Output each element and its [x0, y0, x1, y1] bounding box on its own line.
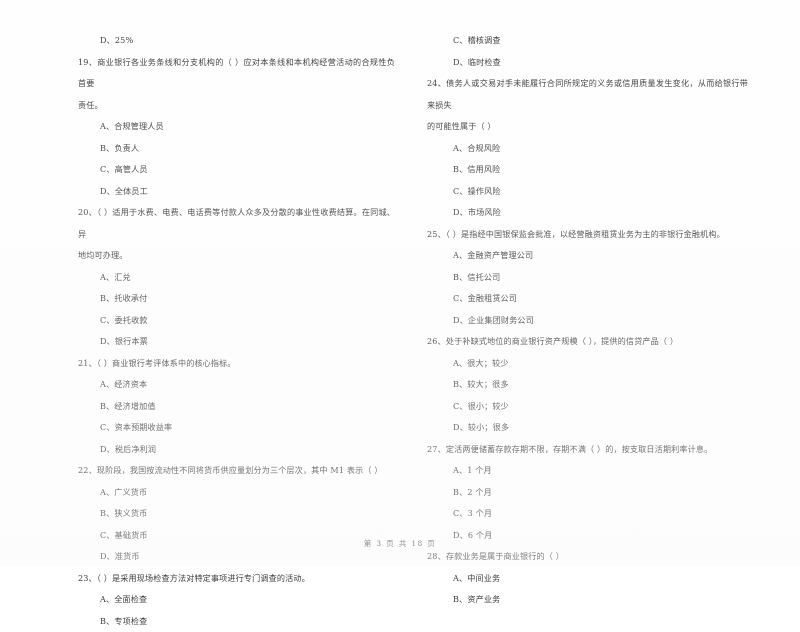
- option-item: D、企业集团财务公司: [427, 310, 748, 332]
- question-text: （ ）是指经中国银保监会批准，以经营融资租赁业务为主的非银行金融机构。: [446, 229, 725, 239]
- option-item: A、合规管理人员: [78, 116, 395, 138]
- left-column: D、25% 19、商业银行各业务条线和分支机构的（ ）应对本条线和本机构经营活动…: [78, 30, 413, 505]
- question-number: 22、: [78, 465, 97, 475]
- question-text: 商业银行各业务条线和分支机构的（ ）应对本条线和本机构经营活动的合规性负首要: [78, 57, 395, 89]
- option-item: B、信用风险: [427, 159, 748, 181]
- orphan-option-right: D、临时检查: [427, 52, 748, 74]
- option-item: A、中间业务: [427, 568, 748, 590]
- option-item: B、负责人: [78, 138, 395, 160]
- question-number: 26、: [427, 336, 446, 346]
- option-item: C、金融租赁公司: [427, 288, 748, 310]
- question-text: （ ）是采用现场检查方法对特定事项进行专门调查的活动。: [97, 573, 310, 583]
- question-stem-continued: 地均可办理。: [78, 245, 395, 267]
- option-item: C、操作风险: [427, 181, 748, 203]
- option-item: B、资产业务: [427, 589, 748, 611]
- option-item: A、金融资产管理公司: [427, 245, 748, 267]
- question-number: 19、: [78, 57, 97, 67]
- option-item: A、全面检查: [78, 589, 395, 611]
- orphan-option-left: D、25%: [78, 30, 395, 52]
- question-stem-continued: 的可能性属于（ ）: [427, 116, 748, 138]
- question-stem: 24、债务人或交易对手未能履行合同所规定的义务或信用质量发生变化，从而给银行带来…: [427, 73, 748, 116]
- question-stem: 28、存款业务是属于商业银行的（ ）: [427, 546, 748, 568]
- page-footer: 第 3 页 共 18 页: [0, 538, 800, 549]
- option-item: B、2 个月: [427, 482, 748, 504]
- option-item: A、1 个月: [427, 460, 748, 482]
- option-item: D、准货币: [78, 546, 395, 568]
- question-text: 存款业务是属于商业银行的（ ）: [446, 551, 564, 561]
- question-text: 债务人或交易对手未能履行合同所规定的义务或信用质量发生变化，从而给银行带来损失: [427, 78, 748, 110]
- question-stem: 22、现阶段，我国按流动性不同将货币供应量划分为三个层次，其中 M1 表示（ ）: [78, 460, 395, 482]
- orphan-option-right: C、稽核调查: [427, 30, 748, 52]
- question-stem: 20、（ ）适用于水费、电费、电话费等付款人众多及分散的事业性收费结算。在同城、…: [78, 202, 395, 245]
- option-item: D、较小；很多: [427, 417, 748, 439]
- question-number: 25、: [427, 229, 446, 239]
- option-item: A、很大；较少: [427, 353, 748, 375]
- option-item: B、狭义货币: [78, 503, 395, 525]
- question-number: 24、: [427, 78, 446, 88]
- option-item: C、委托收款: [78, 310, 395, 332]
- question-stem: 26、处于补缺式地位的商业银行资产规模（ ），提供的信贷产品（ ）: [427, 331, 748, 353]
- question-stem: 23、（ ）是采用现场检查方法对特定事项进行专门调查的活动。: [78, 568, 395, 590]
- question-text: 现阶段，我国按流动性不同将货币供应量划分为三个层次，其中 M1 表示（ ）: [97, 465, 383, 475]
- option-item: C、3 个月: [427, 503, 748, 525]
- question-stem: 21、（ ）商业银行考评体系中的核心指标。: [78, 353, 395, 375]
- question-text: 处于补缺式地位的商业银行资产规模（ ），提供的信贷产品（ ）: [446, 336, 678, 346]
- question-number: 27、: [427, 444, 446, 454]
- question-stem-continued: 责任。: [78, 95, 395, 117]
- two-column-body: D、25% 19、商业银行各业务条线和分支机构的（ ）应对本条线和本机构经营活动…: [78, 30, 748, 505]
- option-item: C、资本预期收益率: [78, 417, 395, 439]
- option-item: C、很小；较少: [427, 396, 748, 418]
- question-stem: 27、定活两便储蓄存款存期不限，存期不满（ ）的，按支取日活期利率计息。: [427, 439, 748, 461]
- option-item: A、汇兑: [78, 267, 395, 289]
- option-item: D、全体员工: [78, 181, 395, 203]
- question-text: （ ）适用于水费、电费、电话费等付款人众多及分散的事业性收费结算。在同城、异: [78, 207, 395, 239]
- option-item: C、高管人员: [78, 159, 395, 181]
- option-item: A、经济资本: [78, 374, 395, 396]
- option-item: D、税后净利润: [78, 439, 395, 461]
- option-item: B、托收承付: [78, 288, 395, 310]
- question-number: 20、: [78, 207, 97, 217]
- question-number: 28、: [427, 551, 446, 561]
- option-item: B、经济增加值: [78, 396, 395, 418]
- option-item: D、市场风险: [427, 202, 748, 224]
- option-item: D、银行本票: [78, 331, 395, 353]
- exam-page: D、25% 19、商业银行各业务条线和分支机构的（ ）应对本条线和本机构经营活动…: [0, 0, 800, 565]
- option-item: A、广义货币: [78, 482, 395, 504]
- option-item: A、合规风险: [427, 138, 748, 160]
- question-number: 21、: [78, 358, 97, 368]
- question-number: 23、: [78, 573, 97, 583]
- question-text: 定活两便储蓄存款存期不限，存期不满（ ）的，按支取日活期利率计息。: [446, 444, 713, 454]
- question-stem: 25、（ ）是指经中国银保监会批准，以经营融资租赁业务为主的非银行金融机构。: [427, 224, 748, 246]
- question-text: （ ）商业银行考评体系中的核心指标。: [97, 358, 236, 368]
- page-number-text: 第 3 页 共 18 页: [364, 539, 436, 548]
- right-column: C、稽核调查 D、临时检查 24、债务人或交易对手未能履行合同所规定的义务或信用…: [413, 30, 748, 505]
- option-item: B、较大；很多: [427, 374, 748, 396]
- option-item: B、专项检查: [78, 611, 395, 632]
- question-stem: 19、商业银行各业务条线和分支机构的（ ）应对本条线和本机构经营活动的合规性负首…: [78, 52, 395, 95]
- option-item: B、信托公司: [427, 267, 748, 289]
